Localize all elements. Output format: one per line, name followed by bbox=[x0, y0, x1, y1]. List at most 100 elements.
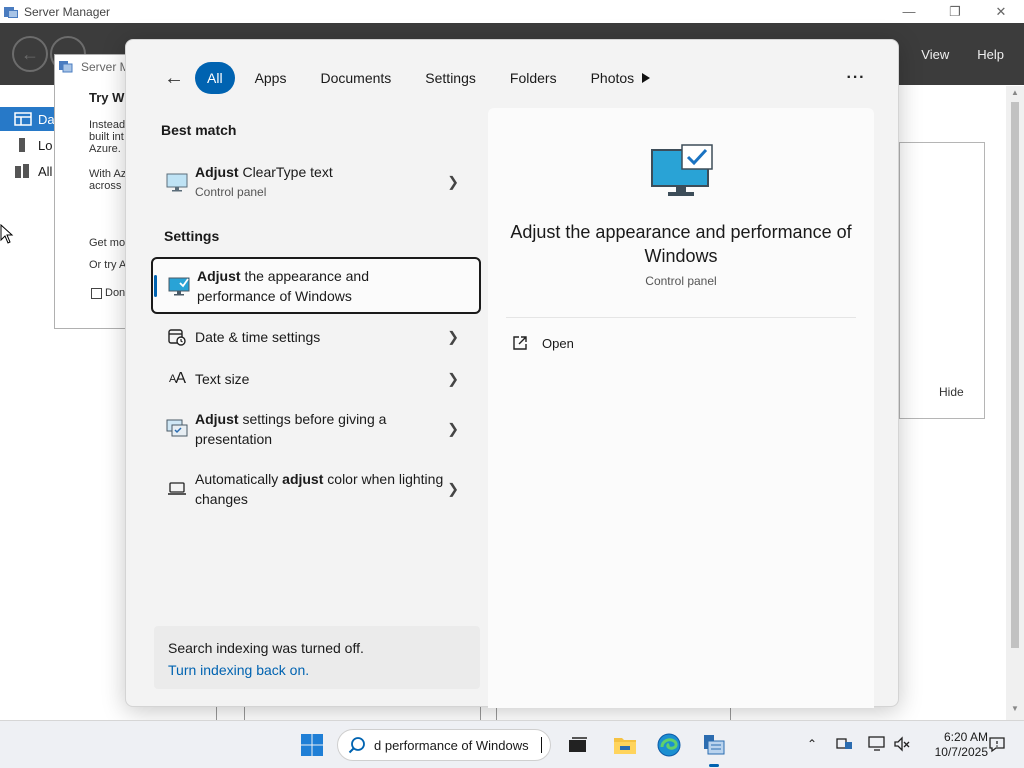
restore-button[interactable]: ❐ bbox=[932, 0, 978, 23]
text-size-icon: AA bbox=[168, 370, 186, 387]
welcome-panel: Hide bbox=[899, 142, 985, 419]
result-title: Date & time settings bbox=[195, 329, 321, 345]
calendar-clock-icon bbox=[165, 325, 189, 349]
presentation-settings-icon bbox=[165, 417, 189, 441]
turn-indexing-on-link[interactable]: Turn indexing back on. bbox=[168, 662, 309, 678]
more-filters-button[interactable] bbox=[636, 68, 656, 88]
laptop-icon bbox=[165, 477, 189, 501]
scroll-up-icon[interactable]: ▲ bbox=[1006, 88, 1024, 102]
open-action[interactable]: Open bbox=[512, 335, 574, 351]
filter-tab-folders[interactable]: Folders bbox=[496, 62, 571, 94]
close-button[interactable]: ✕ bbox=[978, 0, 1024, 23]
best-match-heading: Best match bbox=[161, 122, 237, 138]
system-clock[interactable]: 6:20 AM 10/7/2025 bbox=[916, 730, 988, 760]
edge-icon bbox=[657, 733, 681, 757]
detail-subtitle: Control panel bbox=[645, 274, 717, 288]
settings-heading: Settings bbox=[164, 228, 220, 244]
dialog-title: Server M bbox=[81, 60, 130, 74]
minimize-button[interactable]: — bbox=[886, 0, 932, 23]
search-input[interactable]: d performance of Windows bbox=[374, 738, 540, 753]
monitor-checkmark-icon bbox=[167, 274, 191, 298]
chevron-right-icon[interactable]: ❯ bbox=[447, 329, 459, 346]
settings-result-text-size[interactable]: AA Text size ❯ bbox=[151, 364, 481, 394]
server-manager-app-icon bbox=[59, 61, 73, 73]
dialog-text: Or try A bbox=[89, 259, 127, 271]
file-explorer-button[interactable] bbox=[609, 729, 641, 761]
grid-divider bbox=[216, 707, 217, 720]
sidebar-item-label: Da bbox=[38, 111, 55, 127]
show-hidden-icons-chevron-up-icon[interactable]: ⌃ bbox=[803, 735, 821, 753]
filter-tab-all[interactable]: All bbox=[195, 62, 235, 94]
indexing-notice: Search indexing was turned off. Turn ind… bbox=[154, 626, 480, 689]
server-manager-icon bbox=[704, 735, 725, 755]
menu-help[interactable]: Help bbox=[977, 47, 1004, 62]
detail-pane: Adjust the appearance and performance of… bbox=[488, 108, 874, 708]
settings-result-date-time[interactable]: Date & time settings ❯ bbox=[151, 322, 481, 352]
server-manager-titlebar: Server Manager — ❐ ✕ bbox=[0, 0, 1024, 23]
filter-tabs: All Apps Documents Settings Folders Phot… bbox=[195, 62, 648, 94]
network-settings-icon[interactable] bbox=[836, 735, 854, 753]
dialog-text: Instead bbox=[89, 119, 126, 131]
task-view-icon bbox=[569, 737, 587, 752]
back-nav-button[interactable]: ← bbox=[12, 36, 48, 72]
result-title-bold: Adjust bbox=[195, 411, 239, 427]
filter-tab-settings[interactable]: Settings bbox=[411, 62, 490, 94]
text-caret bbox=[541, 737, 542, 753]
search-panel: ← All Apps Documents Settings Folders Ph… bbox=[125, 39, 899, 708]
task-view-button[interactable] bbox=[562, 729, 594, 761]
sidebar-item-label: Lo bbox=[38, 137, 53, 153]
vertical-scrollbar[interactable]: ▲ ▼ bbox=[1006, 86, 1024, 720]
scroll-thumb[interactable] bbox=[1011, 102, 1019, 648]
settings-result-appearance-performance[interactable]: Adjust the appearance and performance of… bbox=[151, 257, 481, 314]
indexing-message: Search indexing was turned off. bbox=[168, 640, 364, 656]
chevron-right-icon[interactable]: ❯ bbox=[447, 481, 459, 498]
result-title: Text size bbox=[195, 371, 250, 387]
result-title-bold: adjust bbox=[282, 471, 324, 487]
result-title-bold: Adjust bbox=[195, 164, 239, 180]
menu-view[interactable]: View bbox=[921, 47, 949, 62]
settings-result-adaptive-color[interactable]: Automatically adjust color when lighting… bbox=[151, 466, 481, 512]
try-azure-dialog: Server M Try Wi Instead built int Azure.… bbox=[54, 54, 134, 329]
dialog-text: Get mo bbox=[89, 237, 126, 249]
dont-show-checkbox[interactable] bbox=[91, 288, 102, 299]
hide-link[interactable]: Hide bbox=[939, 385, 964, 399]
chevron-right-icon[interactable]: ❯ bbox=[447, 371, 459, 388]
server-manager-app-icon bbox=[4, 5, 18, 19]
taskbar: d performance of Windows ⌃ 6:20 AM 10/7/… bbox=[0, 720, 1024, 768]
play-icon bbox=[642, 73, 650, 83]
scroll-down-icon[interactable]: ▼ bbox=[1006, 704, 1024, 718]
start-button[interactable] bbox=[296, 729, 328, 761]
divider bbox=[506, 317, 856, 318]
grid-divider bbox=[730, 707, 731, 720]
back-button[interactable]: ← bbox=[162, 66, 186, 90]
grid-divider bbox=[480, 707, 481, 720]
chevron-right-icon[interactable]: ❯ bbox=[447, 174, 459, 191]
result-subtitle: Control panel bbox=[195, 185, 267, 199]
window-title: Server Manager bbox=[24, 4, 111, 19]
best-match-result[interactable]: Adjust ClearType text Control panel ❯ bbox=[151, 156, 481, 208]
display-icon[interactable] bbox=[868, 735, 886, 753]
dialog-text: With Az bbox=[89, 168, 127, 180]
folder-icon bbox=[614, 738, 636, 754]
detail-title: Adjust the appearance and performance of… bbox=[510, 222, 852, 266]
dialog-heading: Try Wi bbox=[89, 90, 128, 105]
mouse-cursor-icon bbox=[0, 224, 14, 244]
filter-tab-documents[interactable]: Documents bbox=[306, 62, 405, 94]
server-manager-taskbar-button[interactable] bbox=[698, 729, 730, 761]
back-arrow-icon: ← bbox=[21, 43, 39, 64]
result-title: ClearType text bbox=[238, 164, 333, 180]
volume-muted-icon[interactable] bbox=[893, 735, 911, 753]
notifications-icon[interactable] bbox=[988, 735, 1006, 753]
servers-icon bbox=[15, 164, 29, 178]
more-options-icon[interactable]: ··· bbox=[844, 66, 868, 90]
taskbar-search-box[interactable]: d performance of Windows bbox=[337, 729, 551, 761]
clock-date: 10/7/2025 bbox=[934, 745, 988, 759]
edge-browser-button[interactable] bbox=[653, 729, 685, 761]
dialog-checkbox-label: Don bbox=[105, 287, 126, 299]
back-arrow-icon: ← bbox=[164, 66, 184, 89]
settings-result-presentation[interactable]: Adjust settings before giving a presenta… bbox=[151, 406, 481, 452]
chevron-right-icon[interactable]: ❯ bbox=[447, 421, 459, 438]
open-external-icon bbox=[513, 336, 527, 350]
filter-tab-apps[interactable]: Apps bbox=[241, 62, 301, 94]
dialog-text: across bbox=[89, 180, 122, 192]
